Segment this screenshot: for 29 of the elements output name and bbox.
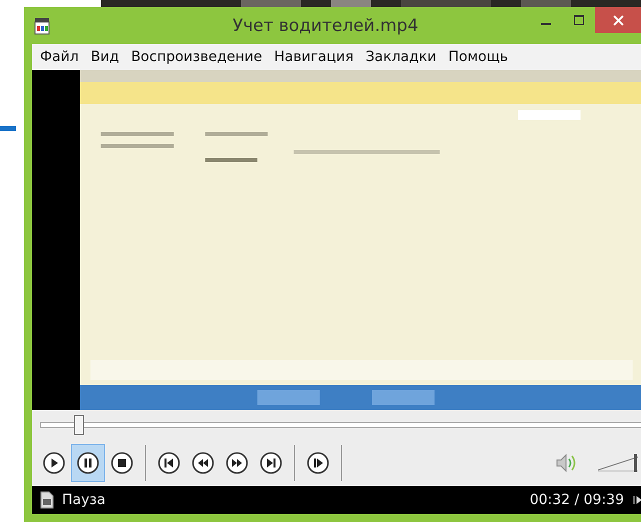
rewind-icon (191, 451, 215, 475)
menu-item[interactable]: Воспроизведение (125, 49, 268, 65)
window-title: Учет водителей.mp4 (232, 16, 418, 36)
edge-marker (0, 126, 16, 131)
menu-item[interactable]: Закладки (360, 49, 442, 65)
maximize-icon (574, 15, 584, 25)
close-button[interactable] (595, 7, 641, 33)
minimize-icon (540, 23, 550, 25)
seek-thumb[interactable] (74, 415, 84, 435)
time-text: 00:32 / 09:39 (530, 492, 624, 508)
forward-icon (225, 451, 249, 475)
volume-thumb[interactable] (634, 454, 637, 472)
prev-icon (157, 451, 181, 475)
play-icon (42, 451, 66, 475)
next-icon (259, 451, 283, 475)
menu-item[interactable]: Помощь (442, 49, 514, 65)
close-icon (612, 14, 624, 26)
pause-button[interactable] (71, 444, 105, 482)
clapperboard-icon (34, 16, 50, 34)
file-icon (40, 491, 54, 509)
volume-slider[interactable] (598, 452, 638, 474)
step-icon (306, 451, 330, 475)
menu-item[interactable]: Файл (34, 49, 85, 65)
speaker-icon[interactable] (554, 451, 578, 475)
stop-icon (110, 451, 134, 475)
menu-item[interactable]: Навигация (268, 49, 360, 65)
pause-icon (76, 451, 100, 475)
menu-item[interactable]: Вид (84, 49, 126, 65)
status-text: Пауза (62, 492, 106, 508)
